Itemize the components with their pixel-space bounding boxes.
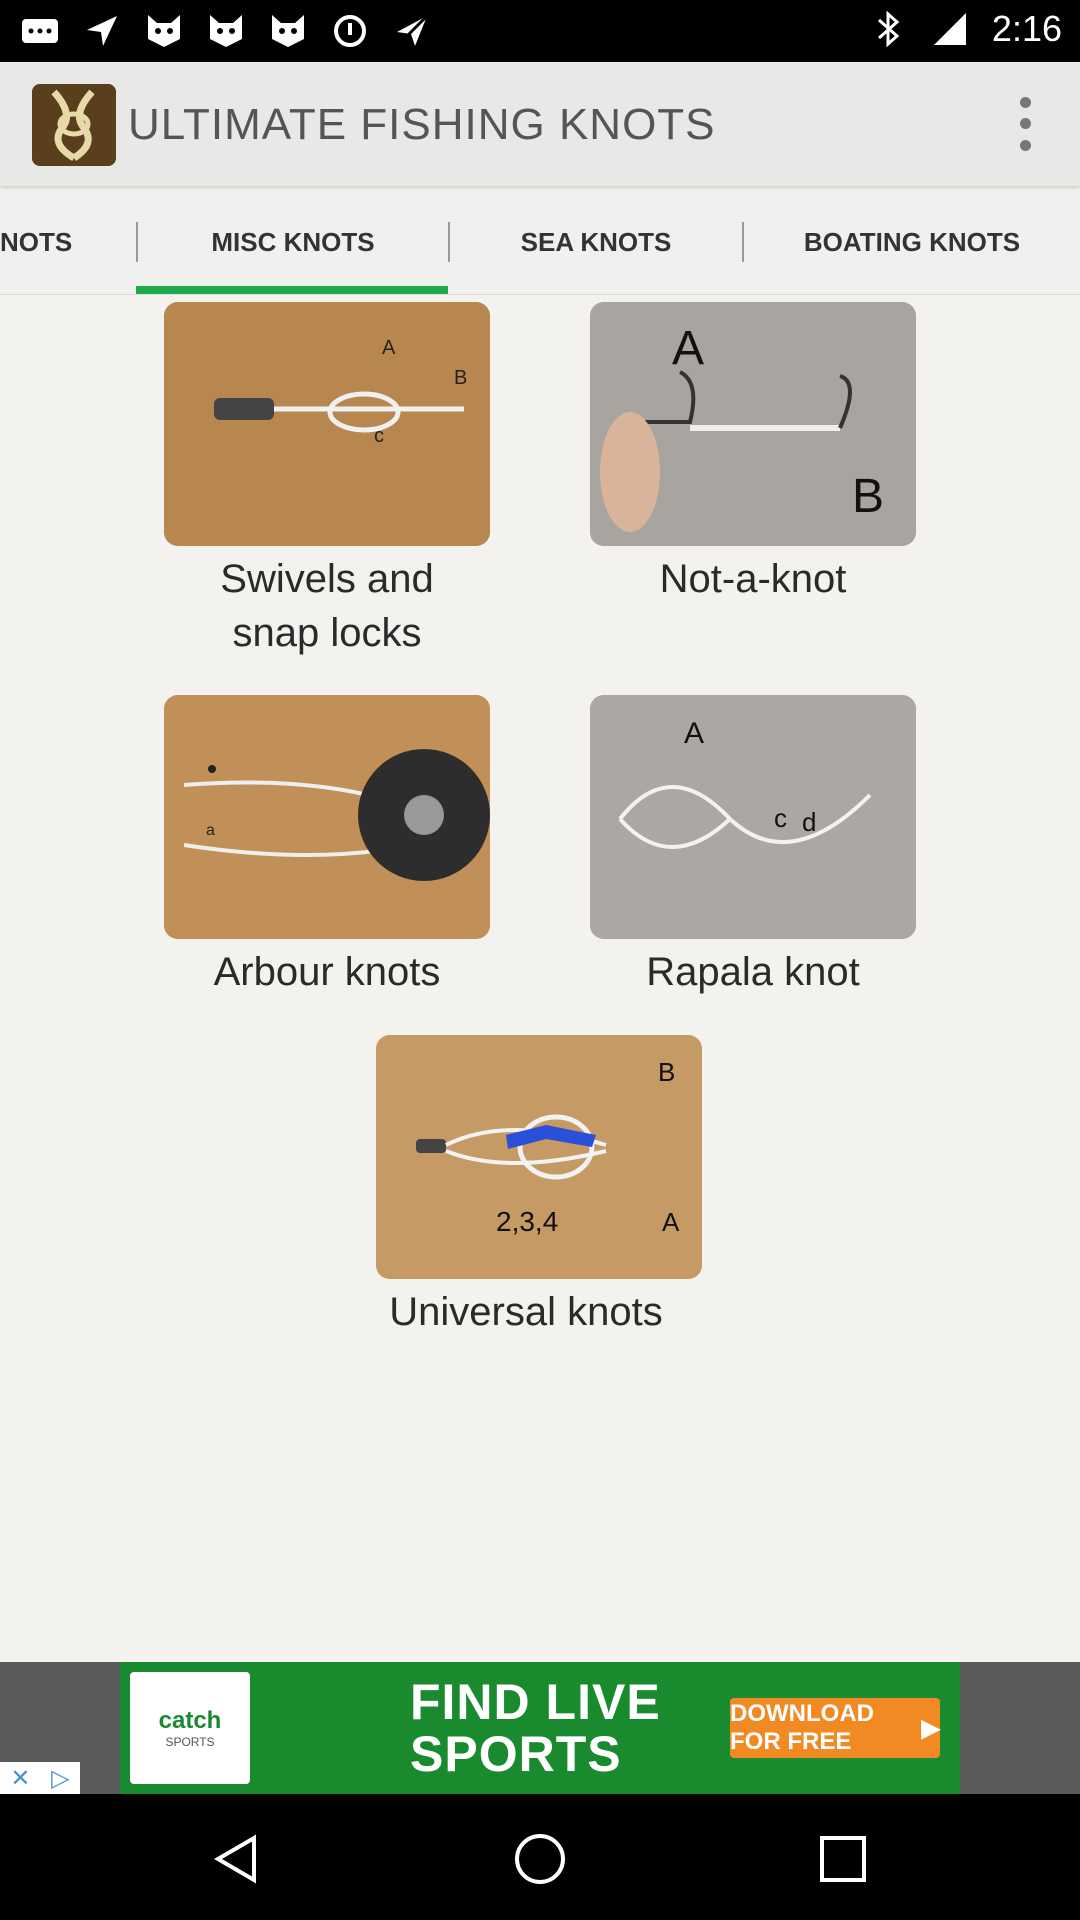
recents-icon[interactable] [816,1832,870,1886]
svg-text:c: c [374,425,384,447]
cat-icon [206,12,246,50]
system-icons: 2:16 [868,8,1062,50]
svg-text:B: B [852,470,884,523]
active-tab-indicator [136,286,448,294]
cat-icon [268,12,308,50]
svg-text:a: a [206,822,215,839]
svg-text:c: c [774,803,787,833]
knot-label-arbour[interactable]: Arbour knots [164,945,490,999]
ad-logo: catch SPORTS [130,1672,250,1784]
svg-text:B: B [454,367,467,389]
close-icon[interactable]: ✕ [10,1764,30,1793]
svg-text:d: d [802,807,816,837]
tab-bar: NOTS MISC KNOTS SEA KNOTS BOATING KNOTS [0,190,1080,295]
ad-banner[interactable]: catch SPORTS FIND LIVE SPORTS DOWNLOAD F… [120,1662,960,1794]
knot-label-universal[interactable]: Universal knots [300,1285,752,1339]
navigation-icon [82,12,122,50]
svg-text:A: A [662,1207,680,1237]
navigation-bar [0,1794,1080,1920]
svg-text:A: A [672,322,704,375]
signal-icon [930,10,970,48]
adchoices-icon[interactable]: ▷ [51,1764,69,1793]
status-bar: 2:16 [0,0,1080,62]
notification-icons [20,12,432,50]
tab-misc-knots[interactable]: MISC KNOTS [138,190,448,294]
clock: 2:16 [991,8,1062,49]
app-bar: ULTIMATE FISHING KNOTS [0,62,1080,186]
app-title: ULTIMATE FISHING KNOTS [128,100,716,149]
tab-sea-knots[interactable]: SEA KNOTS [450,190,742,294]
knot-thumbnail-rapala[interactable]: A c d [590,695,916,939]
knot-label-not-a-knot[interactable]: Not-a-knot [590,552,916,606]
svg-text:B: B [658,1057,675,1087]
ad-headline: FIND LIVE SPORTS [410,1674,661,1782]
cat-icon [144,12,184,50]
bluetooth-icon [868,10,908,48]
play-icon: ▶ [921,1714,940,1742]
svg-text:2,3,4: 2,3,4 [496,1206,558,1237]
ad-banner-container: ✕ ▷ catch SPORTS FIND LIVE SPORTS DOWNLO… [0,1662,1080,1794]
knot-thumbnail-universal[interactable]: B 2,3,4 A [376,1035,702,1279]
svg-text:A: A [684,717,704,750]
fake-gps-icon [392,12,432,50]
knot-thumbnail-not-a-knot[interactable]: A B [590,302,916,546]
home-icon[interactable] [513,1832,567,1886]
messages-icon [20,12,60,50]
knot-label-rapala[interactable]: Rapala knot [590,945,916,999]
knot-thumbnail-swivels[interactable]: A B c [164,302,490,546]
svg-text:A: A [382,337,396,359]
tab-boating-knots[interactable]: BOATING KNOTS [744,190,1080,294]
app-logo-icon [32,84,116,166]
overflow-menu-icon[interactable] [1000,92,1050,156]
back-icon[interactable] [210,1832,264,1886]
ad-close-controls[interactable]: ✕ ▷ [0,1762,80,1794]
knot-thumbnail-arbour[interactable]: a [164,695,490,939]
ad-download-button[interactable]: DOWNLOAD FOR FREE ▶ [730,1698,940,1758]
knot-label-swivels[interactable]: Swivels and snap locks [164,552,490,660]
tab-partial[interactable]: NOTS [0,190,136,294]
data-saver-icon [330,12,370,50]
